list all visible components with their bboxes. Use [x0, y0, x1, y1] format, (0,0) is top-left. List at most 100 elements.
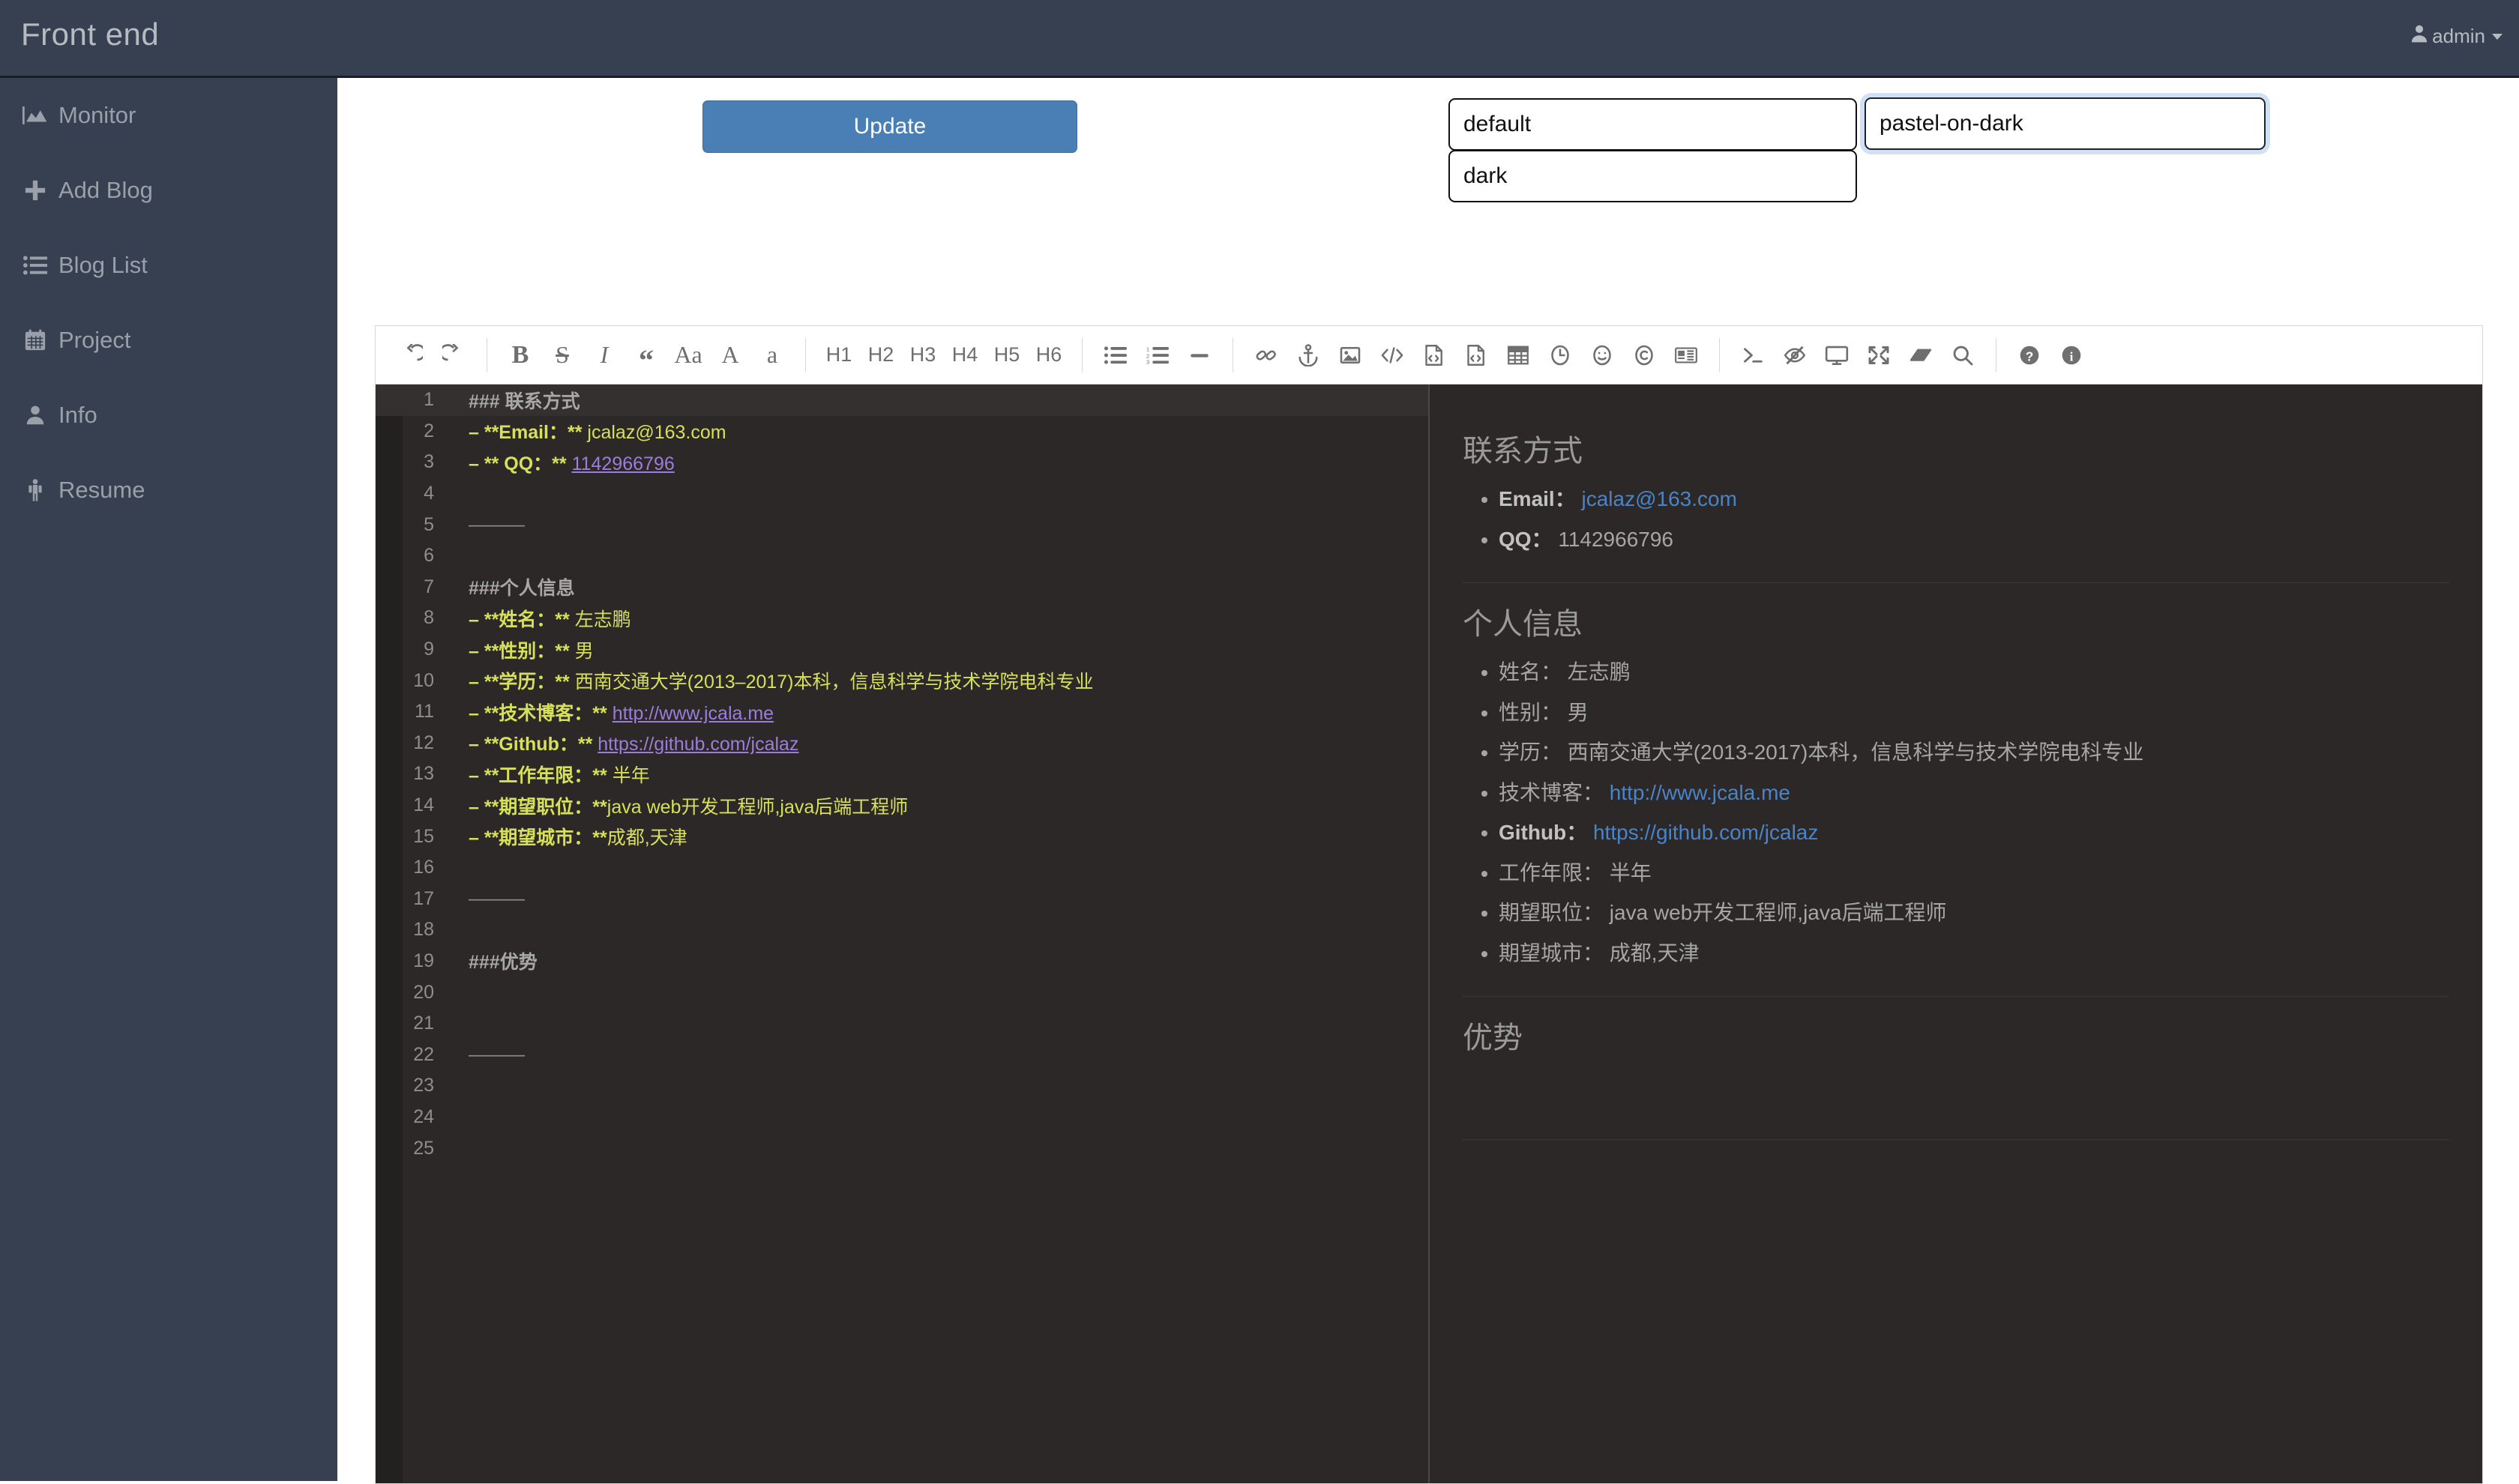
line-number: 16 — [376, 857, 451, 878]
code-line[interactable]: 19###优势 — [376, 946, 1428, 977]
heading-1-icon[interactable]: H1 — [820, 332, 858, 378]
code-line[interactable]: 23 — [376, 1070, 1428, 1102]
code-line[interactable]: 20 — [376, 977, 1428, 1008]
preview-item-value: 左志鹏 — [1568, 660, 1631, 684]
code-line[interactable]: 7###个人信息 — [376, 572, 1428, 603]
code-line[interactable]: 5——— — [376, 509, 1428, 540]
code-line[interactable]: 1 ### 联系方式 — [376, 384, 1428, 416]
app-brand[interactable]: Front end — [21, 16, 159, 52]
page-break-icon[interactable] — [1667, 332, 1705, 378]
preview-item-link[interactable]: https://github.com/jcalaz — [1593, 821, 1818, 844]
code-line[interactable]: 15– **期望城市：**成都,天津 — [376, 821, 1428, 852]
code-link[interactable]: https://github.com/jcalaz — [598, 734, 798, 755]
strikethrough-icon[interactable]: S — [544, 332, 581, 378]
redo-icon[interactable] — [435, 332, 472, 378]
code-link[interactable]: 1142966796 — [572, 453, 675, 474]
unordered-list-icon[interactable] — [1097, 332, 1134, 378]
emoji-icon[interactable] — [1583, 332, 1621, 378]
line-text: – **期望职位：**java web开发工程师,java后端工程师 — [451, 792, 908, 819]
image-icon[interactable] — [1331, 332, 1369, 378]
code-line[interactable]: 9– **性别：** 男 — [376, 634, 1428, 666]
line-number: 15 — [376, 826, 451, 848]
code-line[interactable]: 2– **Email：** jcalaz@163.com — [376, 416, 1428, 447]
preview-heading-contact: 联系方式 — [1463, 426, 2449, 470]
update-button[interactable]: Update — [702, 100, 1077, 153]
code-line[interactable]: 11– **技术博客：** http://www.jcala.me — [376, 696, 1428, 728]
code-line[interactable]: 13– **工作年限：** 半年 — [376, 758, 1428, 790]
uppercase-icon[interactable]: A — [711, 332, 749, 378]
watch-screen-icon[interactable] — [1818, 332, 1856, 378]
line-number: 3 — [376, 451, 451, 473]
code-line[interactable]: 14– **期望职位：**java web开发工程师,java后端工程师 — [376, 790, 1428, 821]
toolbar-separator — [1719, 338, 1720, 372]
code-block-icon[interactable] — [1415, 332, 1453, 378]
heading-6-icon[interactable]: H6 — [1030, 332, 1068, 378]
heading-5-icon[interactable]: H5 — [988, 332, 1026, 378]
code-token: ### 联系方式 — [469, 391, 580, 412]
sidebar-item-monitor[interactable]: Monitor — [0, 78, 337, 153]
link-icon[interactable] — [1248, 332, 1285, 378]
code-line[interactable]: 18 — [376, 914, 1428, 946]
code-line[interactable]: 17——— — [376, 884, 1428, 915]
code-line[interactable]: 4 — [376, 478, 1428, 510]
markdown-editor: B S I “ Aa A a H1 H2 H3 H4 H5 H6 — [375, 325, 2483, 1484]
sidebar-item-blog-list[interactable]: Blog List — [0, 228, 337, 303]
copyright-icon[interactable] — [1625, 332, 1663, 378]
code-token: java web开发工程师,java后端工程师 — [607, 797, 908, 818]
code-theme-input[interactable] — [1865, 97, 2266, 150]
line-number: 7 — [376, 576, 451, 598]
editor-toolbar: B S I “ Aa A a H1 H2 H3 H4 H5 H6 — [376, 326, 2482, 384]
code-line[interactable]: 3– ** QQ：** 1142966796 — [376, 447, 1428, 478]
terminal-icon[interactable] — [1734, 332, 1772, 378]
admin-dropdown[interactable]: admin — [2410, 24, 2503, 49]
datetime-icon[interactable] — [1541, 332, 1579, 378]
preformatted-icon[interactable] — [1457, 332, 1495, 378]
heading-3-icon[interactable]: H3 — [904, 332, 942, 378]
sidebar-item-resume[interactable]: Resume — [0, 453, 337, 528]
sidebar-item-info[interactable]: Info — [0, 378, 337, 453]
search-icon[interactable] — [1944, 332, 1981, 378]
code-line[interactable]: 12– **Github：** https://github.com/jcala… — [376, 728, 1428, 759]
clear-icon[interactable] — [1902, 332, 1939, 378]
line-number: 17 — [376, 888, 451, 910]
code-line[interactable]: 21 — [376, 1008, 1428, 1040]
anchor-icon[interactable] — [1289, 332, 1327, 378]
line-number: 1 — [376, 389, 451, 411]
undo-icon[interactable] — [393, 332, 430, 378]
code-token: – **性别：** — [469, 641, 575, 662]
editor-theme-input[interactable] — [1448, 150, 1857, 202]
code-line[interactable]: 22——— — [376, 1039, 1428, 1070]
inline-code-icon[interactable] — [1373, 332, 1411, 378]
code-line[interactable]: 10– **学历：** 西南交通大学(2013–2017)本科，信息科学与技术学… — [376, 665, 1428, 696]
fullscreen-icon[interactable] — [1860, 332, 1897, 378]
preview-contact-list: Email： jcalaz@163.comQQ： 1142966796 — [1463, 483, 2449, 555]
ordered-list-icon[interactable]: 1 2 3 — [1139, 332, 1176, 378]
font-size-icon[interactable]: Aa — [669, 332, 707, 378]
heading-4-icon[interactable]: H4 — [946, 332, 984, 378]
info-icon[interactable]: i — [2053, 332, 2090, 378]
code-line[interactable]: 25 — [376, 1132, 1428, 1164]
code-line[interactable]: 24 — [376, 1102, 1428, 1133]
code-editor-pane[interactable]: 1### 联系方式2– **Email：** jcalaz@163.com3– … — [376, 384, 1430, 1484]
bold-icon[interactable]: B — [502, 332, 539, 378]
help-icon[interactable]: ? — [2011, 332, 2048, 378]
code-line[interactable]: 16 — [376, 852, 1428, 884]
line-number: 11 — [376, 701, 451, 723]
quote-icon[interactable]: “ — [628, 332, 665, 378]
sidebar-item-project[interactable]: Project — [0, 303, 337, 378]
table-icon[interactable] — [1499, 332, 1537, 378]
italic-icon[interactable]: I — [586, 332, 623, 378]
code-line[interactable]: 8– **姓名：** 左志鹏 — [376, 603, 1428, 634]
heading-2-icon[interactable]: H2 — [862, 332, 900, 378]
preview-item-link[interactable]: http://www.jcala.me — [1610, 781, 1790, 804]
preview-item-link[interactable]: jcalaz@163.com — [1582, 487, 1737, 510]
lowercase-icon[interactable]: a — [753, 332, 791, 378]
theme-input[interactable] — [1448, 98, 1857, 151]
markdown-preview-pane: 联系方式 Email： jcalaz@163.comQQ： 1142966796… — [1430, 384, 2482, 1484]
code-line[interactable]: 6 — [376, 540, 1428, 572]
line-number: 22 — [376, 1044, 451, 1066]
horizontal-rule-icon[interactable] — [1181, 332, 1218, 378]
code-link[interactable]: http://www.jcala.me — [613, 703, 774, 724]
toggle-preview-icon[interactable] — [1776, 332, 1814, 378]
sidebar-item-add-blog[interactable]: Add Blog — [0, 153, 337, 228]
